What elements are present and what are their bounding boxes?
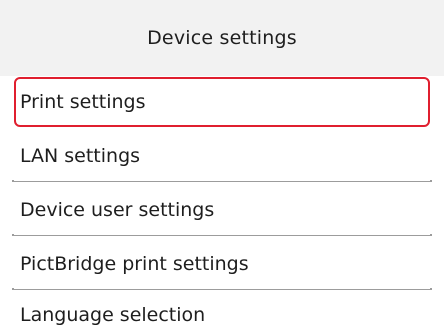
menu-item-label: LAN settings	[20, 145, 141, 167]
menu-item-pictbridge-print-settings[interactable]: PictBridge print settings	[14, 239, 430, 289]
menu-item-device-user-settings[interactable]: Device user settings	[14, 185, 430, 235]
menu-item-lan-settings[interactable]: LAN settings	[14, 131, 430, 181]
page-title: Device settings	[0, 0, 444, 76]
menu-item-label: PictBridge print settings	[20, 253, 249, 275]
menu-item-label: Language selection	[20, 303, 206, 326]
settings-menu-list: Print settings LAN settings Device user …	[0, 76, 444, 336]
menu-item-label: Device user settings	[20, 199, 215, 221]
device-settings-screen: Device settings Print settings LAN setti…	[0, 0, 444, 336]
menu-item-print-settings[interactable]: Print settings	[14, 77, 430, 127]
menu-item-label: Print settings	[20, 91, 146, 113]
menu-item-language-selection[interactable]: Language selection	[14, 293, 430, 336]
